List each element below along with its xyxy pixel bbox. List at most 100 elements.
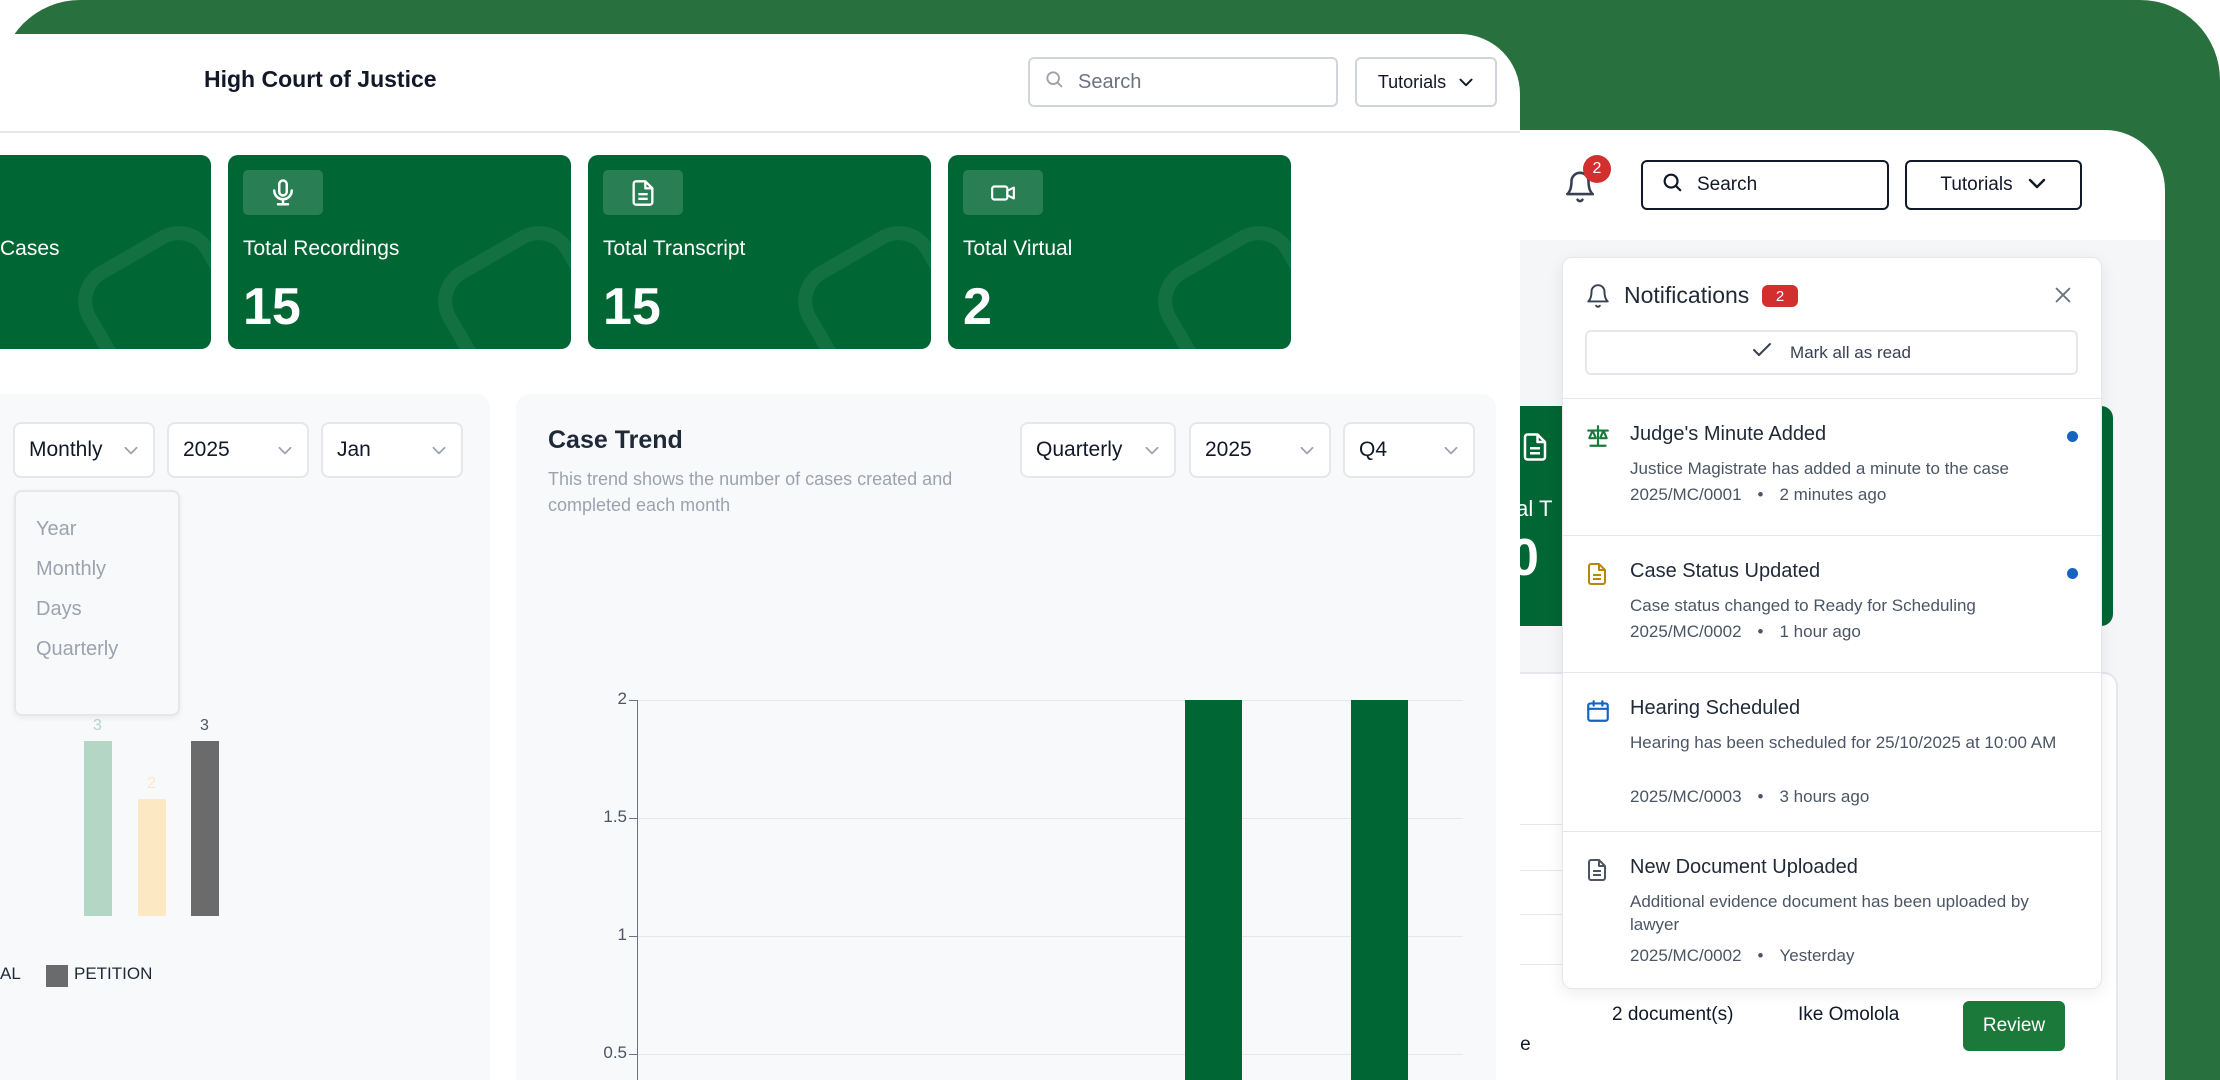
notification-description: Additional evidence document has been up…: [1630, 892, 2029, 934]
period-dropdown-menu: Year Monthly Days Quarterly: [14, 490, 180, 716]
meta-separator: •: [1757, 946, 1764, 965]
page-title: High Court of Justice: [204, 66, 437, 92]
bell-icon: [1585, 282, 1611, 315]
tutorials-label: Tutorials: [1940, 174, 2013, 195]
notification-item[interactable]: Judge's Minute Added Justice Magistrate …: [1563, 398, 2101, 534]
notification-description: Case status changed to Ready for Schedul…: [1630, 596, 1976, 615]
bar-value-label: 2: [147, 775, 156, 793]
month-select[interactable]: Jan: [321, 422, 463, 478]
header-divider: [0, 131, 1520, 133]
notification-time: 1 hour ago: [1779, 622, 1861, 641]
notification-time: Yesterday: [1779, 946, 1855, 965]
dropdown-option[interactable]: Quarterly: [36, 638, 118, 661]
y-tick-mark: [629, 1054, 637, 1055]
search-placeholder: Search: [1078, 70, 1142, 93]
card-watermark: [423, 211, 571, 349]
meta-separator: •: [1757, 787, 1764, 806]
legend-label: AL: [0, 964, 21, 983]
calendar-icon: [1585, 697, 1611, 730]
notification-title: Judge's Minute Added: [1630, 423, 1827, 445]
stat-card-label: Total Recordings: [243, 237, 400, 260]
card-watermark: [63, 211, 211, 349]
chevron-down-icon: [1144, 438, 1160, 462]
card-watermark: [1143, 211, 1291, 349]
y-tick-label: 0.5: [603, 1043, 627, 1062]
mark-all-read-label: Mark all as read: [1790, 342, 1911, 362]
document-icon: [1585, 856, 1609, 889]
notification-meta: 2025/MC/0002 • Yesterday: [1630, 946, 1854, 966]
y-tick-mark: [629, 700, 637, 701]
search-icon: [1661, 171, 1683, 199]
chevron-down-icon: [123, 438, 139, 462]
chevron-down-icon: [2027, 174, 2047, 196]
stat-card-label: Cases: [0, 237, 60, 260]
bar-value-label: 3: [200, 717, 209, 734]
notification-ref: 2025/MC/0003: [1630, 787, 1742, 806]
search-input[interactable]: Search: [1641, 160, 1889, 210]
notification-title: Case Status Updated: [1630, 560, 1821, 582]
notification-time: 2 minutes ago: [1779, 485, 1887, 504]
y-tick-label: 1: [617, 925, 627, 944]
trend-bar[interactable]: [1185, 700, 1242, 1080]
close-icon[interactable]: [2052, 284, 2074, 311]
notification-count-badge: 2: [1583, 155, 1611, 183]
search-input[interactable]: Search: [1028, 57, 1338, 107]
stat-card-cases[interactable]: Cases: [0, 155, 211, 349]
chevron-down-icon: [431, 438, 447, 462]
notification-ref: 2025/MC/0001: [1630, 485, 1742, 504]
stat-card-transcript[interactable]: Total Transcript 15: [588, 155, 931, 349]
notification-ref: 2025/MC/0002: [1630, 946, 1742, 965]
unread-dot: [2067, 431, 2078, 442]
y-axis: [637, 700, 638, 1080]
notification-item[interactable]: Case Status Updated Case status changed …: [1563, 535, 2101, 671]
notification-item[interactable]: New Document Uploaded Additional evidenc…: [1563, 831, 2101, 987]
legend-swatch: [46, 965, 68, 987]
chevron-down-icon: [1443, 438, 1459, 462]
foreground-window: High Court of Justice Search Tutorials C…: [0, 34, 1520, 1080]
chevron-down-icon: [1458, 72, 1474, 93]
review-button[interactable]: Review: [1963, 1001, 2065, 1051]
mark-all-read-button[interactable]: Mark all as read: [1585, 330, 2078, 375]
trend-quarter-value: Q4: [1359, 438, 1388, 461]
tutorials-dropdown[interactable]: Tutorials: [1355, 57, 1497, 107]
chevron-down-icon: [1299, 438, 1315, 462]
card-watermark: [783, 211, 931, 349]
scales-icon: [1585, 423, 1611, 454]
notifications-title: Notifications: [1624, 282, 1750, 308]
trend-bar[interactable]: [1351, 700, 1408, 1080]
grid-line: [637, 700, 1463, 701]
notification-title: Hearing Scheduled: [1630, 697, 1801, 719]
document-icon: [1585, 560, 1609, 593]
grid-line: [637, 936, 1463, 937]
table-cell-documents: 2 document(s): [1612, 1004, 1734, 1025]
dropdown-option[interactable]: Monthly: [36, 558, 106, 581]
trend-period-value: Quarterly: [1036, 438, 1123, 461]
notification-description: Hearing has been scheduled for 25/10/202…: [1630, 733, 2057, 752]
unread-dot: [2067, 568, 2078, 579]
tutorials-label: Tutorials: [1377, 71, 1447, 92]
trend-quarter-select[interactable]: Q4: [1343, 422, 1475, 478]
case-trend-title: Case Trend: [548, 426, 683, 454]
trend-year-select[interactable]: 2025: [1189, 422, 1331, 478]
period-select[interactable]: Monthly: [13, 422, 155, 478]
notification-item[interactable]: Hearing Scheduled Hearing has been sched…: [1563, 672, 2101, 830]
stat-card-recordings[interactable]: Total Recordings 15: [228, 155, 571, 349]
tutorials-dropdown[interactable]: Tutorials: [1905, 160, 2082, 210]
trend-period-select[interactable]: Quarterly: [1020, 422, 1176, 478]
case-type-bar[interactable]: [84, 741, 112, 916]
microphone-icon: [243, 170, 323, 215]
notification-description: Justice Magistrate has added a minute to…: [1630, 459, 2009, 478]
search-placeholder: Search: [1697, 174, 1758, 195]
stat-card-value: 15: [243, 278, 301, 336]
meta-separator: •: [1757, 622, 1764, 641]
notification-meta: 2025/MC/0001 • 2 minutes ago: [1630, 485, 1886, 505]
dropdown-option[interactable]: Days: [36, 598, 82, 621]
notifications-count-badge: 2: [1762, 285, 1798, 307]
year-select[interactable]: 2025: [167, 422, 309, 478]
dropdown-option[interactable]: Year: [36, 518, 76, 541]
case-type-bar[interactable]: [138, 799, 166, 916]
bar-value-label: 3: [93, 717, 102, 734]
stat-card-virtual[interactable]: Total Virtual 2: [948, 155, 1291, 349]
case-type-bar[interactable]: [191, 741, 219, 916]
month-select-value: Jan: [337, 438, 371, 461]
